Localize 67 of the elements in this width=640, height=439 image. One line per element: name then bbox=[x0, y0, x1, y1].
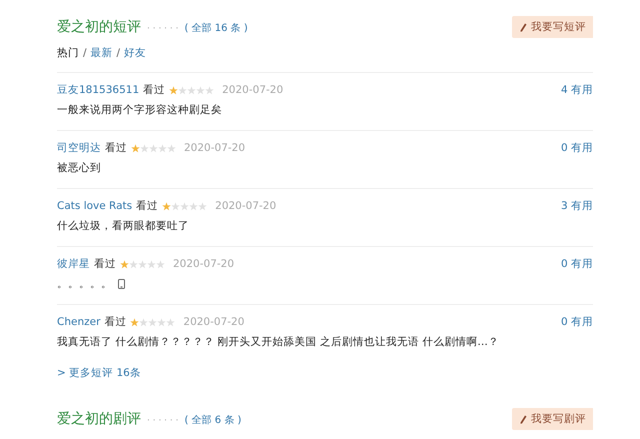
write-review-button[interactable]: 我要写剧评 bbox=[512, 408, 593, 430]
star-icon bbox=[162, 202, 172, 210]
star-icon bbox=[138, 260, 147, 268]
review-text: 一般来说用两个字形容这种剧足矣 bbox=[57, 103, 222, 117]
watched-label: 看过 bbox=[105, 141, 127, 155]
star-icon bbox=[167, 144, 176, 152]
watched-label: 看过 bbox=[143, 83, 166, 97]
watched-label: 看过 bbox=[94, 257, 116, 271]
separator: / bbox=[83, 47, 87, 59]
section-title: 爱之初的剧评 bbox=[57, 410, 141, 428]
sort-tab[interactable]: 最新 bbox=[90, 46, 113, 60]
star-icon bbox=[139, 318, 148, 326]
star-icon bbox=[205, 86, 214, 94]
phone-icon bbox=[118, 279, 125, 289]
review-date: 2020-07-20 bbox=[184, 142, 246, 154]
user-name-link[interactable]: 豆友181536511 bbox=[57, 83, 140, 97]
star-icon bbox=[196, 86, 206, 94]
user-name-link[interactable]: 司空明达 bbox=[57, 141, 101, 155]
useful-count-link[interactable]: 0 有用 bbox=[560, 257, 593, 271]
star-icon bbox=[158, 144, 167, 152]
useful-count-link[interactable]: 0 有用 bbox=[560, 141, 593, 155]
useful-count-link[interactable]: 4 有用 bbox=[560, 83, 593, 97]
review-text: 被恶心到 bbox=[57, 161, 101, 175]
review-text: 什么垃圾，看两眼都要吐了 bbox=[57, 219, 189, 233]
review-date: 2020-07-20 bbox=[173, 258, 234, 270]
dots: · · · · · · bbox=[147, 24, 178, 34]
star-icon bbox=[147, 260, 156, 268]
star-icon bbox=[140, 144, 149, 152]
more-reviews-link[interactable]: > 更多短评 16条 bbox=[57, 366, 141, 380]
pencil-icon bbox=[520, 414, 527, 424]
user-name-link[interactable]: 彼岸星 bbox=[57, 257, 90, 271]
star-icon bbox=[148, 318, 158, 326]
useful-count-link[interactable]: 0 有用 bbox=[560, 315, 593, 329]
review-date: 2020-07-20 bbox=[222, 84, 284, 96]
star-icon bbox=[189, 202, 198, 210]
section-title: 爱之初的短评 bbox=[57, 18, 141, 36]
separator: / bbox=[116, 47, 120, 59]
star-icon bbox=[171, 202, 180, 210]
sort-tab[interactable]: 热门 bbox=[57, 46, 79, 60]
write-review-button[interactable]: 我要写短评 bbox=[512, 16, 593, 38]
star-icon bbox=[149, 144, 158, 152]
review-text: 我真无语了 什么剧情？？？？？ 刚开头又开始舔美国 之后剧情也让我无语 什么剧情啊…？ bbox=[57, 335, 499, 349]
pencil-icon bbox=[520, 22, 527, 32]
star-icon bbox=[130, 318, 140, 326]
star-icon bbox=[187, 86, 196, 94]
total-count-link[interactable]: ( 全部 16 条 ) bbox=[184, 21, 248, 35]
review-text: 。。。。。 bbox=[57, 277, 112, 291]
star-icon bbox=[156, 260, 165, 268]
review-date: 2020-07-20 bbox=[215, 200, 276, 212]
review-date: 2020-07-20 bbox=[183, 316, 244, 328]
star-icon bbox=[178, 86, 188, 94]
dots: · · · · · · bbox=[147, 416, 178, 426]
sort-tab[interactable]: 好友 bbox=[124, 46, 146, 60]
star-icon bbox=[180, 202, 190, 210]
star-icon bbox=[166, 318, 176, 326]
watched-label: 看过 bbox=[136, 199, 158, 213]
watched-label: 看过 bbox=[104, 315, 126, 329]
user-name-link[interactable]: Chenzer bbox=[57, 316, 100, 328]
star-icon bbox=[129, 260, 138, 268]
star-icon bbox=[120, 260, 129, 268]
star-icon bbox=[131, 144, 140, 152]
star-icon bbox=[198, 202, 208, 210]
star-icon bbox=[157, 318, 166, 326]
star-icon bbox=[169, 86, 178, 94]
total-count-link[interactable]: ( 全部 6 条 ) bbox=[184, 413, 242, 427]
useful-count-link[interactable]: 3 有用 bbox=[560, 199, 593, 213]
user-name-link[interactable]: Cats love Rats bbox=[57, 200, 132, 212]
